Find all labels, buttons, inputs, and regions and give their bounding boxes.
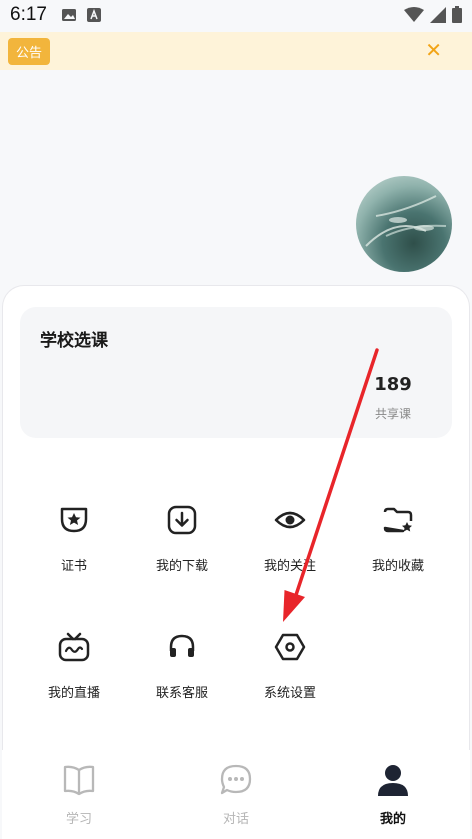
notice-badge[interactable]: 公告 xyxy=(8,37,51,65)
notice-bar: 公告 ✕ xyxy=(0,32,472,70)
nav-mine[interactable]: 我的 xyxy=(343,762,443,827)
image-icon xyxy=(61,8,77,22)
course-title: 学校选课 xyxy=(40,331,108,351)
nav-learn[interactable]: 学习 xyxy=(29,762,129,827)
close-icon[interactable]: ✕ xyxy=(425,40,442,60)
chat-icon xyxy=(218,762,254,798)
nav-label: 学习 xyxy=(65,812,92,827)
avatar[interactable] xyxy=(356,176,452,272)
status-bar: 6:17 xyxy=(0,0,472,30)
menu-download[interactable]: 我的下载 xyxy=(132,503,232,574)
menu-label: 我的下载 xyxy=(155,559,208,574)
nav-label: 我的 xyxy=(379,812,406,827)
course-count: 189 xyxy=(374,374,412,395)
nav-chat[interactable]: 对话 xyxy=(186,762,286,827)
menu-label: 我的收藏 xyxy=(371,559,424,574)
course-count-label: 共享课 xyxy=(374,407,411,421)
menu-favorites[interactable]: 我的收藏 xyxy=(348,503,448,574)
menu-label: 系统设置 xyxy=(263,686,316,701)
menu-label: 联系客服 xyxy=(155,686,208,701)
signal-icon xyxy=(430,6,446,27)
a-badge-icon xyxy=(86,8,101,22)
certificate-icon xyxy=(57,503,91,537)
menu-label: 证书 xyxy=(60,559,87,574)
nav-label: 对话 xyxy=(222,812,249,827)
wifi-icon xyxy=(404,6,424,27)
menu-follow[interactable]: 我的关注 xyxy=(240,503,340,574)
book-icon xyxy=(61,762,97,798)
settings-hexagon-icon xyxy=(273,630,307,664)
battery-icon xyxy=(452,6,462,27)
menu-label: 我的直播 xyxy=(47,686,100,701)
menu-system-settings[interactable]: 系统设置 xyxy=(240,630,340,701)
bottom-nav: 学习 对话 我的 xyxy=(2,750,470,839)
menu-certificate[interactable]: 证书 xyxy=(24,503,124,574)
menu-live[interactable]: 我的直播 xyxy=(24,630,124,701)
folder-star-icon xyxy=(381,503,415,537)
download-icon xyxy=(165,503,199,537)
menu-label: 我的关注 xyxy=(263,559,316,574)
headset-icon xyxy=(165,630,199,664)
menu-customer-service[interactable]: 联系客服 xyxy=(132,630,232,701)
eye-icon xyxy=(273,503,307,537)
person-icon xyxy=(375,762,411,798)
status-time: 6:17 xyxy=(10,4,47,25)
tv-icon xyxy=(57,630,91,664)
